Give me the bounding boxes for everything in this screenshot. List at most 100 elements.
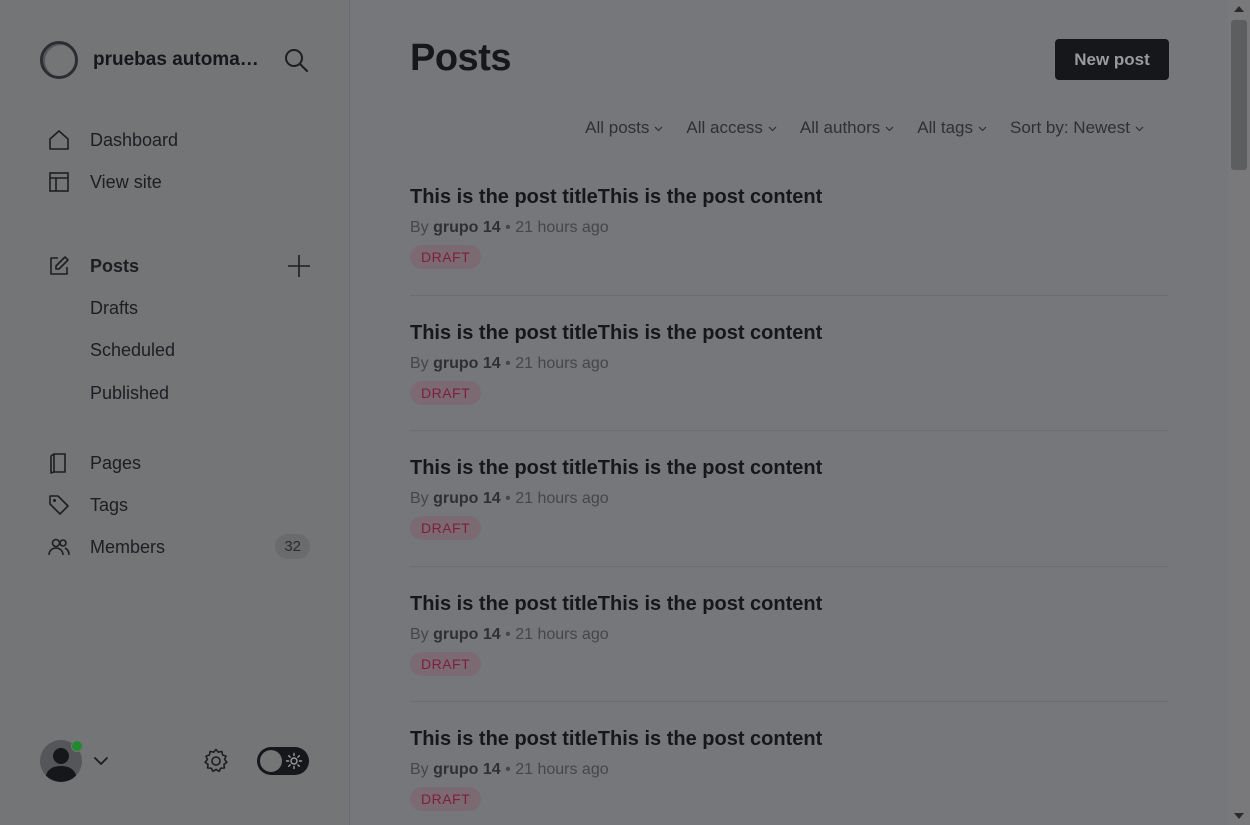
list-item[interactable]: This is the post titleThis is the post c… <box>410 431 1168 567</box>
post-by: By <box>410 490 429 507</box>
status-badge: DRAFT <box>410 245 482 269</box>
page-title: Posts <box>410 37 511 79</box>
filter-label: All access <box>686 118 763 137</box>
sidebar-item-posts[interactable]: Posts <box>46 245 312 287</box>
filter-tags[interactable]: All tags <box>917 118 987 138</box>
gear-icon[interactable] <box>202 747 230 775</box>
layout-icon <box>46 169 72 195</box>
list-item[interactable]: This is the post titleThis is the post c… <box>410 160 1168 296</box>
post-author: grupo 14 <box>433 490 501 507</box>
sun-icon <box>285 752 303 770</box>
members-count-badge: 32 <box>275 534 310 559</box>
search-icon[interactable] <box>283 47 309 73</box>
list-item[interactable]: This is the post titleThis is the post c… <box>410 567 1168 702</box>
other-nav: Pages Tags Members 32 <box>46 442 312 568</box>
chevron-down-icon <box>1135 126 1144 131</box>
chevron-down-icon <box>978 126 987 131</box>
new-post-button[interactable]: New post <box>1055 39 1169 80</box>
status-badge: DRAFT <box>410 651 482 676</box>
members-icon <box>46 534 72 560</box>
post-time: 21 hours ago <box>515 219 609 236</box>
sidebar-item-published[interactable]: Published <box>46 372 312 415</box>
edit-icon <box>46 253 72 279</box>
chevron-down-icon <box>885 126 894 131</box>
filter-authors[interactable]: All authors <box>800 118 894 138</box>
scrollbar[interactable] <box>1228 0 1250 825</box>
filter-label: Sort by: Newest <box>1010 118 1130 137</box>
chevron-down-icon <box>654 126 663 131</box>
post-title[interactable]: This is the post titleThis is the post c… <box>410 322 822 345</box>
sidebar: pruebas automatizadas Dashboard View sit… <box>0 0 350 825</box>
sidebar-item-label: Dashboard <box>90 129 179 150</box>
post-by: By <box>410 761 429 778</box>
meta-separator: • <box>505 354 511 372</box>
home-icon <box>46 127 72 153</box>
post-by: By <box>410 219 429 236</box>
post-author: grupo 14 <box>433 219 501 236</box>
filter-label: All tags <box>917 118 973 137</box>
chevron-down-icon <box>768 126 777 131</box>
brand[interactable]: pruebas automatizadas <box>40 40 263 80</box>
scrollbar-thumb[interactable] <box>1231 20 1247 170</box>
post-author: grupo 14 <box>433 761 501 778</box>
sidebar-footer <box>40 738 312 784</box>
main-content: Posts New post All posts All access All … <box>350 0 1228 825</box>
post-meta: By grupo 14 • 21 hours ago <box>410 626 609 644</box>
sidebar-item-drafts[interactable]: Drafts <box>46 287 312 330</box>
meta-separator: • <box>505 625 511 643</box>
post-time: 21 hours ago <box>515 625 609 643</box>
post-time: 21 hours ago <box>515 761 609 778</box>
sidebar-item-dashboard[interactable]: Dashboard <box>46 119 312 161</box>
page-icon <box>46 450 72 476</box>
filter-label: All posts <box>585 118 650 137</box>
online-status-dot <box>71 740 83 752</box>
tag-icon <box>46 492 72 518</box>
post-meta: By grupo 14 • 21 hours ago <box>410 490 609 508</box>
post-by: By <box>410 625 429 643</box>
theme-toggle[interactable] <box>257 747 309 775</box>
post-meta: By grupo 14 • 21 hours ago <box>410 219 609 237</box>
site-name: pruebas automatizadas <box>93 49 263 70</box>
filter-post-type[interactable]: All posts <box>585 118 663 138</box>
plus-icon[interactable] <box>286 253 312 279</box>
sidebar-item-pages[interactable]: Pages <box>46 442 312 484</box>
sidebar-item-members[interactable]: Members 32 <box>46 526 312 568</box>
sidebar-item-label: Posts <box>90 255 140 276</box>
sidebar-item-label: Pages <box>90 452 142 473</box>
scroll-down-arrow-icon[interactable] <box>1234 813 1244 819</box>
post-time: 21 hours ago <box>515 354 609 372</box>
meta-separator: • <box>505 219 511 236</box>
post-title[interactable]: This is the post titleThis is the post c… <box>410 186 822 209</box>
filter-bar: All posts All access All authors All tag… <box>562 118 1144 138</box>
meta-separator: • <box>505 490 511 507</box>
status-badge: DRAFT <box>410 380 482 405</box>
post-title[interactable]: This is the post titleThis is the post c… <box>410 728 822 751</box>
post-meta: By grupo 14 • 21 hours ago <box>410 761 609 779</box>
scroll-up-arrow-icon[interactable] <box>1234 6 1244 12</box>
post-list: This is the post titleThis is the post c… <box>410 160 1168 825</box>
filter-access[interactable]: All access <box>686 118 777 138</box>
toggle-knob <box>260 750 282 772</box>
post-by: By <box>410 354 429 372</box>
post-author: grupo 14 <box>433 354 501 372</box>
sidebar-item-label: Members <box>90 536 166 557</box>
sidebar-item-scheduled[interactable]: Scheduled <box>46 330 312 373</box>
filter-sort[interactable]: Sort by: Newest <box>1010 118 1144 138</box>
post-author: grupo 14 <box>433 625 501 643</box>
main-nav: Dashboard View site <box>46 119 312 203</box>
ghost-logo-icon <box>40 41 78 79</box>
list-item[interactable]: This is the post titleThis is the post c… <box>410 296 1168 431</box>
post-title[interactable]: This is the post titleThis is the post c… <box>410 457 822 480</box>
post-title[interactable]: This is the post titleThis is the post c… <box>410 593 822 616</box>
post-meta: By grupo 14 • 21 hours ago <box>410 355 609 373</box>
filter-label: All authors <box>799 118 881 137</box>
sidebar-item-view-site[interactable]: View site <box>46 161 312 203</box>
sidebar-item-tags[interactable]: Tags <box>46 484 312 526</box>
sidebar-item-label: Tags <box>90 494 129 515</box>
status-badge: DRAFT <box>410 787 482 811</box>
post-time: 21 hours ago <box>515 490 609 507</box>
list-item[interactable]: This is the post titleThis is the post c… <box>410 702 1168 825</box>
chevron-down-icon[interactable] <box>92 752 110 770</box>
meta-separator: • <box>505 761 511 778</box>
status-badge: DRAFT <box>410 516 482 540</box>
